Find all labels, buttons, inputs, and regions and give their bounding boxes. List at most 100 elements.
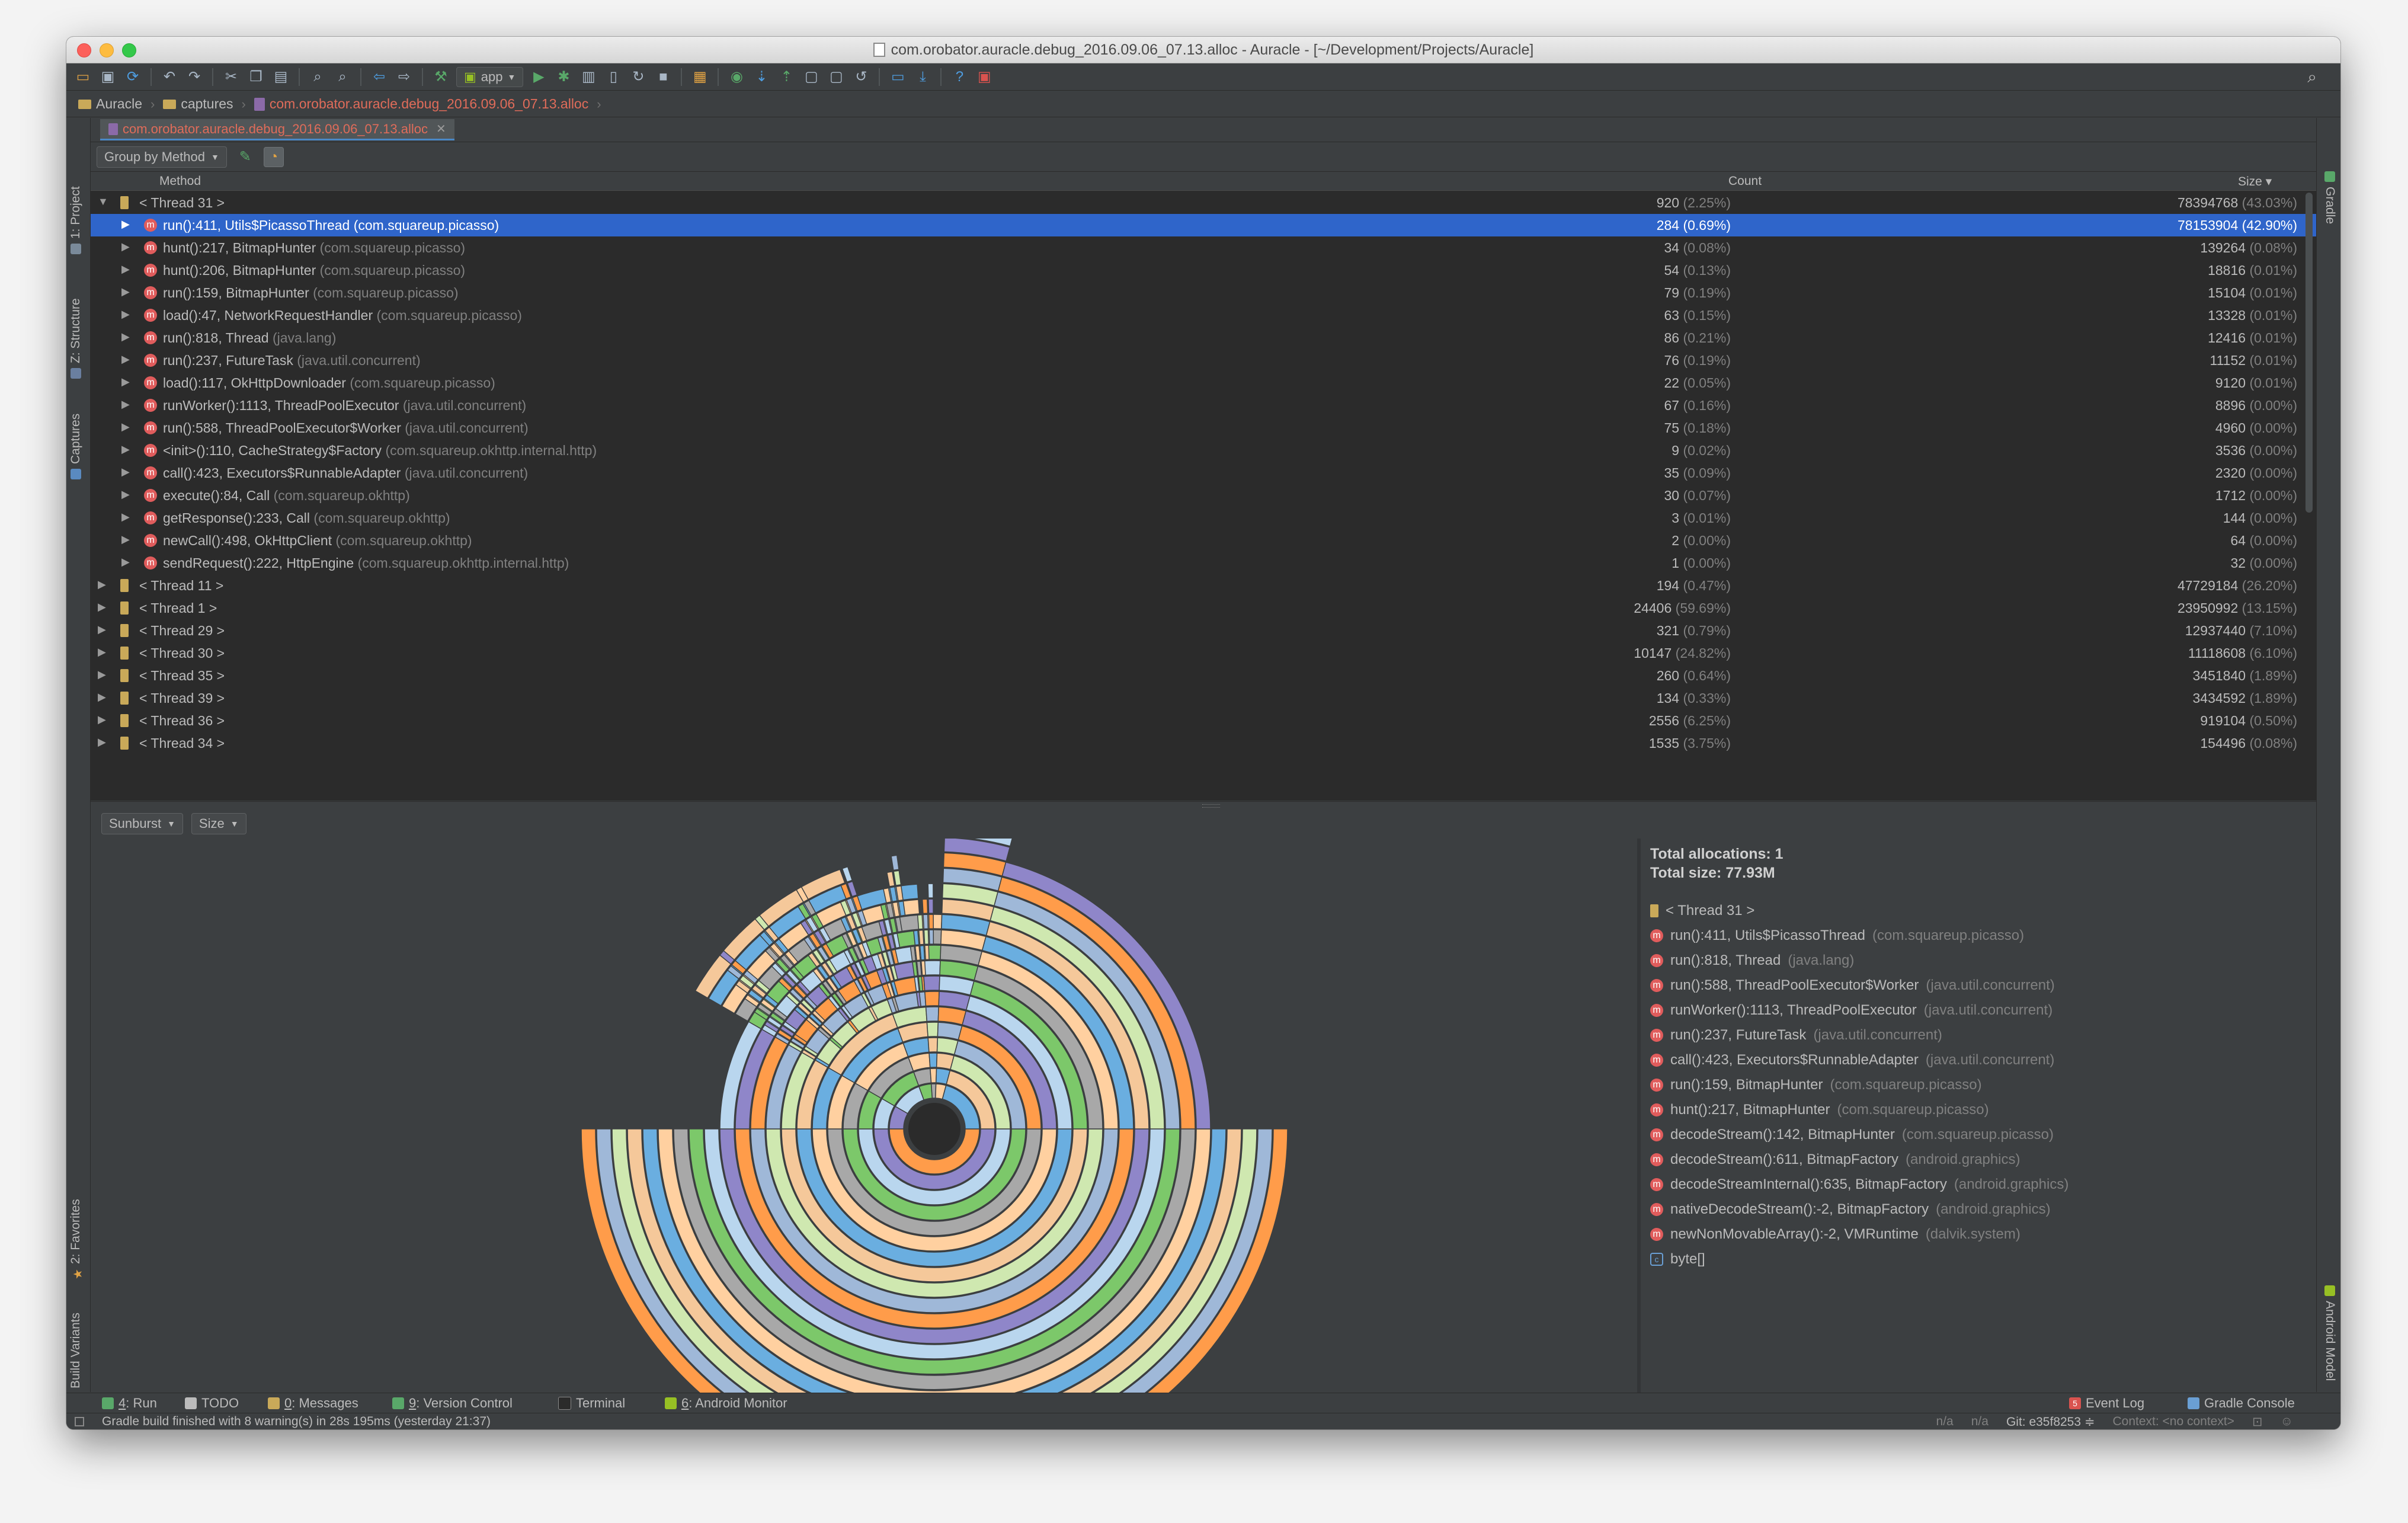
paste-icon[interactable]: ▤ [271,68,290,87]
sunburst-segment[interactable] [923,929,929,945]
thread-row[interactable]: ▶ < Thread 35 > 260 (0.64%) 3451840 (1.89%) [91,664,2316,687]
chart-type-select[interactable]: Sunburst ▼ [101,813,183,834]
stack-frame[interactable]: c byte[] [1650,1251,1705,1268]
panel-splitter[interactable] [91,801,2316,810]
stack-frame[interactable]: < Thread 31 > [1650,903,1754,919]
vcs-history-icon[interactable]: ▢ [802,68,821,87]
zoom-window-button[interactable] [122,43,136,57]
collapse-arrow-icon[interactable]: ▼ [98,196,108,208]
thread-row[interactable]: ▶ < Thread 1 > 24406 (59.69%) 23950992 (13.… [91,597,2316,619]
tool-tab-gradle[interactable]: Gradle [2323,171,2337,224]
close-window-button[interactable] [77,43,91,57]
thread-row[interactable]: ▶ < Thread 36 > 2556 (6.25%) 919104 (0.50%) [91,709,2316,732]
forward-icon[interactable]: ⇨ [395,68,414,87]
expand-arrow-icon[interactable]: ▶ [98,691,106,703]
status-message[interactable]: Gradle build finished with 8 warning(s) … [102,1415,491,1429]
expand-arrow-icon[interactable]: ▶ [121,376,130,388]
method-row[interactable]: ▶ m hunt():217, BitmapHunter (com.squareup… [91,236,2316,259]
close-icon[interactable]: ✕ [436,121,446,136]
sunburst-segment[interactable] [920,960,926,976]
jump-to-source-icon[interactable]: ✎ [235,147,255,167]
sunburst-chart-area[interactable] [91,839,1637,1415]
expand-arrow-icon[interactable]: ▶ [121,421,130,433]
column-header-method[interactable]: Method [159,174,201,188]
stack-frame[interactable]: m run():159, BitmapHunter (com.squareup.pi… [1650,1077,1982,1093]
tool-window-messages[interactable]: 0: Messages [268,1396,358,1411]
vcs-compare-icon[interactable]: ▢ [827,68,846,87]
method-row[interactable]: ▶ m call():423, Executors$RunnableAdapter … [91,462,2316,484]
cut-icon[interactable]: ✂ [222,68,241,87]
vcs-push-icon[interactable]: ⇡ [777,68,796,87]
thread-row[interactable]: ▶ < Thread 30 > 10147 (24.82%) 11118608 (6.… [91,642,2316,664]
chart-toggle-icon[interactable]: ◔ [263,146,284,167]
stack-frame[interactable]: m decodeStream():142, BitmapHunter (com.sq… [1650,1127,2054,1143]
lock-icon[interactable]: ⊡ [2252,1415,2263,1429]
tool-window-android-monitor[interactable]: 6: Android Monitor [665,1396,787,1411]
expand-arrow-icon[interactable]: ▶ [121,488,130,501]
stack-frame[interactable]: m runWorker():1113, ThreadPoolExecutor (ja… [1650,1002,2052,1019]
sunburst-segment[interactable] [928,1052,938,1068]
back-icon[interactable]: ⇦ [370,68,389,87]
tool-windows-toggle-icon[interactable] [75,1417,84,1426]
expand-arrow-icon[interactable]: ▶ [121,511,130,523]
breadcrumb-item-file[interactable]: com.orobator.auracle.debug_2016.09.06_07… [254,96,588,112]
sunburst-segment[interactable] [919,945,926,961]
sunburst-segment[interactable] [893,870,902,886]
sunburst-segment[interactable] [927,1037,939,1053]
find-icon[interactable]: ⌕ [308,68,327,87]
sunburst-segment[interactable] [937,1006,967,1026]
android-device-monitor-icon[interactable]: ▣ [975,68,994,87]
thread-row[interactable]: ▶ < Thread 11 > 194 (0.47%) 47729184 (26.20… [91,574,2316,597]
stack-frame[interactable]: m run():818, Thread (java.lang) [1650,952,1854,969]
project-structure-icon[interactable]: ▦ [690,68,709,87]
expand-arrow-icon[interactable]: ▶ [98,578,106,591]
stack-frame[interactable]: m run():588, ThreadPoolExecutor$Worker (ja… [1650,977,2055,994]
breadcrumb-item-captures[interactable]: captures [163,96,233,112]
sunburst-segment[interactable] [918,929,924,945]
group-by-select[interactable]: Group by Method ▼ [97,146,227,168]
stack-frame[interactable]: m decodeStreamInternal():635, BitmapFacto… [1650,1176,2068,1193]
run-configuration-select[interactable]: ▣ app ▼ [456,66,524,87]
expand-arrow-icon[interactable]: ▶ [121,533,130,546]
expand-arrow-icon[interactable]: ▶ [98,646,106,658]
column-header-count[interactable]: Count [1728,174,1762,188]
open-folder-icon[interactable]: ▭ [73,68,92,87]
sunburst-segment[interactable] [924,945,930,961]
redo-icon[interactable]: ↷ [185,68,204,87]
expand-arrow-icon[interactable]: ▶ [98,713,106,726]
search-everywhere-icon[interactable]: ⌕ [2307,68,2317,87]
tool-window-run[interactable]: 4: Run [102,1396,157,1411]
stack-frame[interactable]: m decodeStream():611, BitmapFactory (andro… [1650,1151,2020,1168]
tool-window-version-control[interactable]: 9: Version Control [392,1396,513,1411]
sunburst-chart[interactable] [91,839,1637,1415]
expand-arrow-icon[interactable]: ▶ [121,443,130,456]
sunburst-segment[interactable] [891,855,899,871]
method-row[interactable]: ▶ m run():237, FutureTask (java.util.concu… [91,349,2316,372]
method-row[interactable]: ▶ m run():818, Thread (java.lang) 86 (0.21%… [91,327,2316,349]
expand-arrow-icon[interactable]: ▶ [98,736,106,748]
avd-manager-icon[interactable]: ▭ [888,68,907,87]
tool-window-gradle-console[interactable]: Gradle Console [2188,1396,2295,1411]
expand-arrow-icon[interactable]: ▶ [121,398,130,411]
sunburst-segment[interactable] [925,1006,939,1022]
save-all-icon[interactable]: ▣ [98,68,117,87]
method-row[interactable]: ▶ m sendRequest():222, HttpEngine (com.squ… [91,552,2316,574]
stack-frame[interactable]: m run():237, FutureTask (java.util.concurr… [1650,1027,1942,1044]
expand-arrow-icon[interactable]: ▶ [121,308,130,321]
stack-frame[interactable]: m hunt():217, BitmapHunter (com.squareup.p… [1650,1102,1989,1118]
editor-tab-alloc-file[interactable]: com.orobator.auracle.debug_2016.09.06_07… [100,119,454,140]
thread-row[interactable]: ▶ < Thread 39 > 134 (0.33%) 3434592 (1.89%) [91,687,2316,709]
sunburst-segment[interactable] [923,975,940,991]
run-icon[interactable]: ▶ [529,68,548,87]
tool-tab-structure[interactable]: Z: Structure [69,298,83,379]
method-row[interactable]: ▶ m runWorker():1113, ThreadPoolExecutor (… [91,394,2316,417]
sunburst-segment[interactable] [927,883,934,898]
vcs-update-icon[interactable]: ◉ [727,68,746,87]
chart-metric-select[interactable]: Size ▼ [191,813,246,834]
sync-icon[interactable]: ⟳ [123,68,142,87]
sdk-manager-icon[interactable]: ⤓ [913,68,932,87]
profile-icon[interactable]: ▥ [579,68,598,87]
tool-tab-project[interactable]: 1: Project [69,186,83,254]
method-row[interactable]: ▶ m execute():84, Call (com.squareup.okhtt… [91,484,2316,507]
vcs-commit-icon[interactable]: ⇣ [752,68,771,87]
